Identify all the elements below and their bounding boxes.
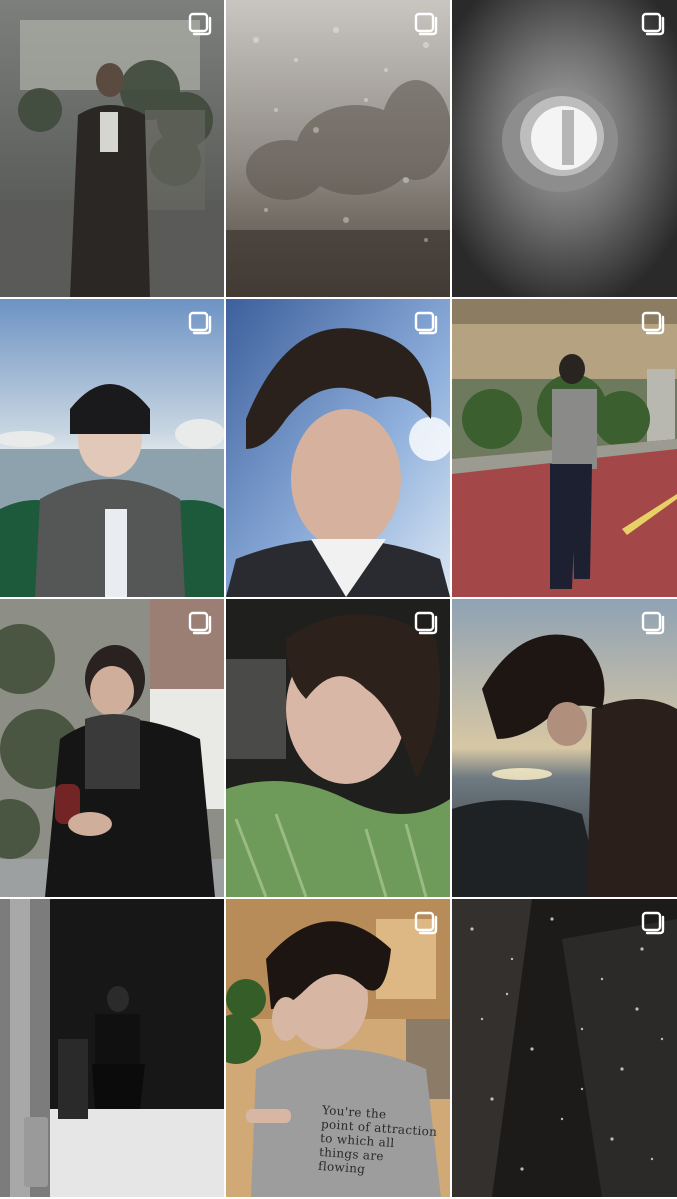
post-image — [452, 299, 677, 597]
grid-post-2[interactable] — [226, 0, 450, 297]
multiple-photos-icon — [187, 610, 213, 636]
grid-post-5[interactable] — [226, 299, 450, 597]
grid-post-6[interactable] — [452, 299, 677, 597]
post-image — [0, 599, 224, 897]
multiple-photos-icon — [413, 910, 439, 936]
grid-post-4[interactable] — [0, 299, 224, 597]
post-image — [226, 599, 450, 897]
grid-post-11[interactable]: You're the point of attraction to which … — [226, 899, 450, 1197]
multiple-photos-icon — [413, 610, 439, 636]
post-grid: You're the point of attraction to which … — [0, 0, 677, 1199]
grid-post-7[interactable] — [0, 599, 224, 897]
grid-post-1[interactable] — [0, 0, 224, 297]
multiple-photos-icon — [640, 11, 666, 37]
post-image — [0, 0, 224, 297]
grid-post-8[interactable] — [226, 599, 450, 897]
tshirt-print-text: You're the point of attraction to which … — [317, 1103, 438, 1177]
multiple-photos-icon — [640, 610, 666, 636]
grid-post-12[interactable] — [452, 899, 677, 1197]
post-image — [452, 0, 677, 297]
multiple-photos-icon — [640, 910, 666, 936]
post-image — [0, 299, 224, 597]
post-image — [226, 299, 450, 597]
post-image — [0, 899, 224, 1197]
multiple-photos-icon — [640, 310, 666, 336]
multiple-photos-icon — [187, 11, 213, 37]
multiple-photos-icon — [413, 11, 439, 37]
post-image — [226, 0, 450, 297]
grid-post-10[interactable] — [0, 899, 224, 1197]
post-image — [452, 599, 677, 897]
multiple-photos-icon — [413, 310, 439, 336]
grid-post-3[interactable] — [452, 0, 677, 297]
grid-post-9[interactable] — [452, 599, 677, 897]
multiple-photos-icon — [187, 310, 213, 336]
post-image — [452, 899, 677, 1197]
